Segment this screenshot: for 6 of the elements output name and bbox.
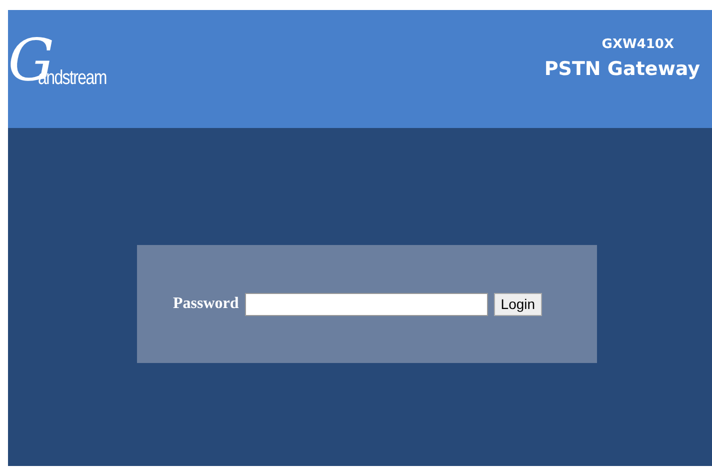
password-label: Password — [173, 295, 239, 313]
product-title: PSTN Gateway — [544, 58, 700, 80]
password-field[interactable] — [244, 292, 488, 316]
model-name: GXW410X — [602, 37, 674, 52]
login-button[interactable]: Login — [494, 292, 542, 316]
logo: Gandstream — [8, 32, 108, 88]
